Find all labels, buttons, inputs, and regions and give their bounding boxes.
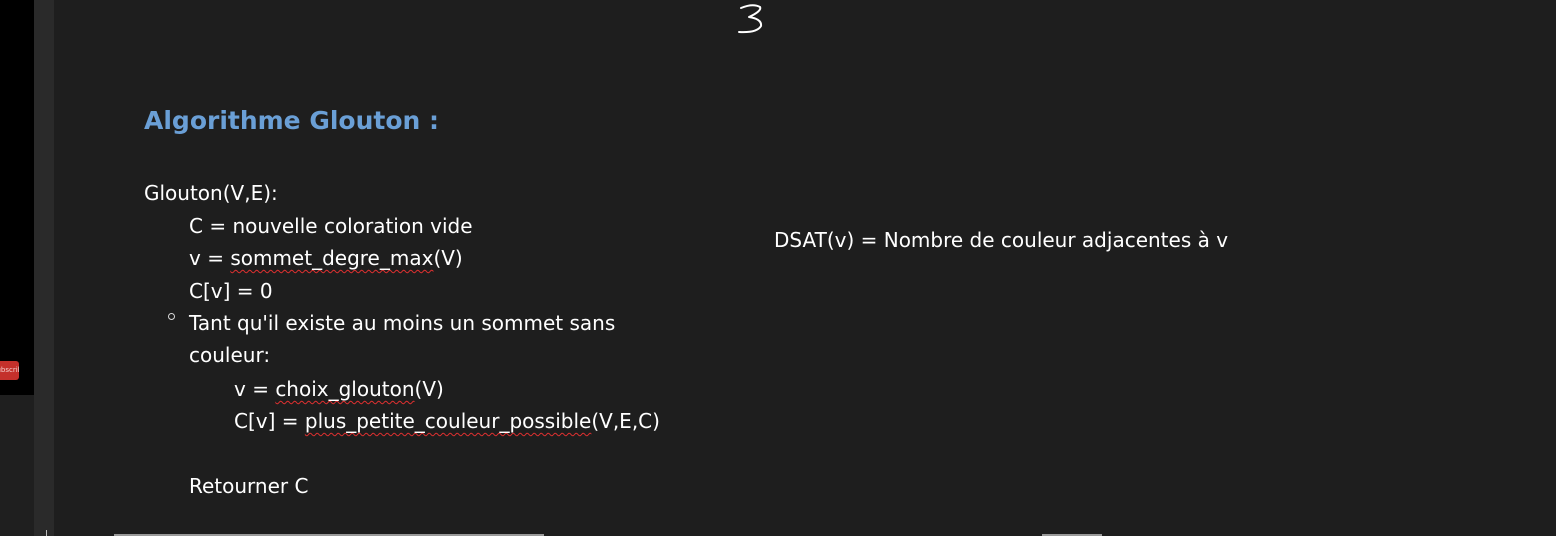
code-line-init: C = nouvelle coloration vide: [189, 214, 473, 238]
left-gutter: [34, 0, 54, 536]
code-line-assign: C[v] = 0: [189, 279, 273, 303]
subscribe-button[interactable]: Subscribe: [0, 361, 19, 380]
screen: Subscribe Algorithme Glouton : Glouton(V…: [0, 0, 1556, 536]
bullet-icon: [168, 313, 175, 320]
code-return-line: Retourner C: [189, 474, 309, 498]
code-line-degree: v = sommet_degre_max(V): [189, 246, 463, 270]
code-text: C[v] =: [234, 409, 305, 433]
code-loop-line-cont: couleur:: [189, 343, 271, 367]
code-loop-line: Tant qu'il existe au moins un sommet san…: [189, 311, 616, 335]
page-title: Algorithme Glouton :: [144, 106, 440, 135]
code-text: v =: [189, 246, 231, 270]
code-text: v =: [234, 377, 276, 401]
code-signature: Glouton(V,E):: [144, 181, 278, 205]
handwritten-scribble: [738, 4, 763, 34]
code-text: (V,E,C): [591, 409, 660, 433]
code-function-name: sommet_degre_max: [230, 246, 434, 270]
code-line-choice: v = choix_glouton(V): [234, 377, 444, 401]
code-text: (V): [433, 246, 463, 270]
code-text: (V): [414, 377, 444, 401]
scrollbar-tick: [46, 530, 47, 536]
code-function-name: choix_glouton: [275, 377, 415, 401]
code-line-color: C[v] = plus_petite_couleur_possible(V,E,…: [234, 409, 660, 433]
dsat-definition: DSAT(v) = Nombre de couleur adjacentes à…: [774, 228, 1229, 252]
code-function-name: plus_petite_couleur_possible: [304, 409, 592, 433]
video-panel: [0, 0, 34, 395]
